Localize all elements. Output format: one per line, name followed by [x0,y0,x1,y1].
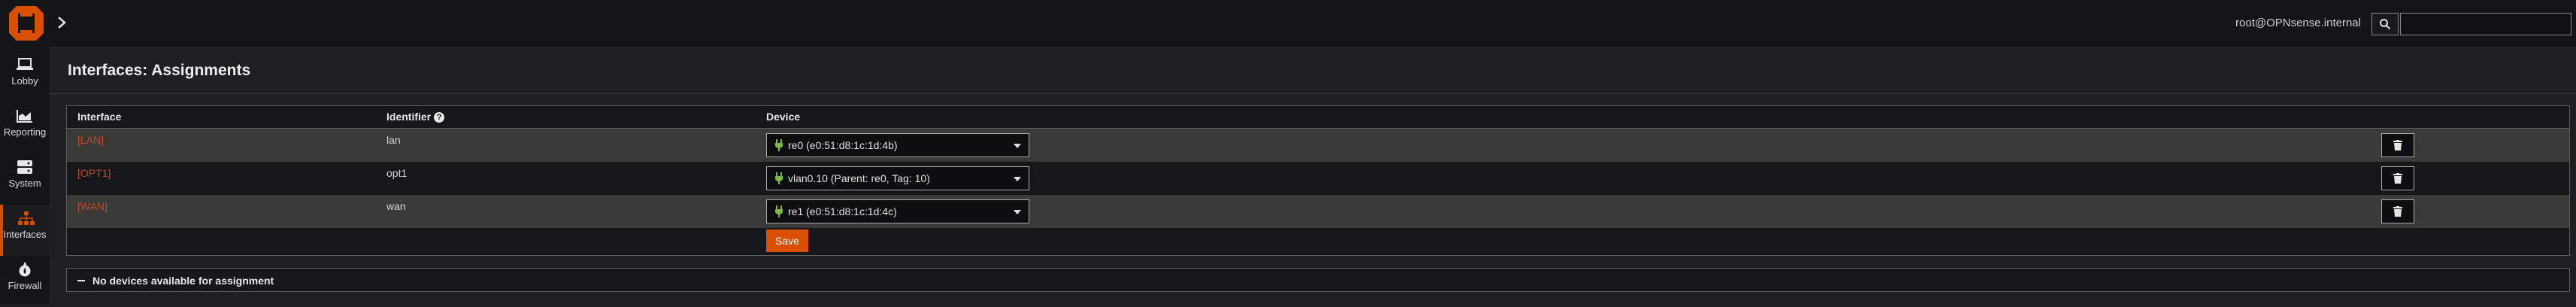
top-bar: root@OPNsense.internal [0,0,2576,47]
help-icon[interactable]: ? [434,112,445,123]
device-select-value: re0 (e0:51:d8:1c:1d:4b) [788,139,898,151]
column-header-identifier-label: Identifier [386,111,432,123]
interface-link-opt1[interactable]: [OPT1] [77,167,111,179]
area-chart-icon [17,110,32,123]
chevron-down-icon [1014,177,1021,181]
chevron-down-icon [1014,144,1021,148]
identifier-value: wan [386,200,406,212]
sidebar-item-label: System [8,178,41,189]
sidebar-item-system[interactable]: System [0,154,50,205]
sidebar-item-reporting[interactable]: Reporting [0,102,50,154]
sidebar-item-label: Reporting [3,126,47,138]
sidebar-item-label: Interfaces [3,229,47,240]
device-select[interactable]: re0 (e0:51:d8:1c:1d:4b) [766,133,1029,157]
sidebar-item-label: Firewall [8,280,42,291]
laptop-icon [17,58,33,70]
chevron-right-icon[interactable] [54,15,69,30]
sidebar-item-interfaces[interactable]: Interfaces [0,205,50,256]
device-select-value: re1 (e0:51:d8:1c:1d:4c) [788,205,897,217]
unassigned-devices-panel[interactable]: No devices available for assignment [66,268,2570,292]
assignments-table: Interface Identifier? Device [LAN] lan r… [66,105,2570,256]
delete-button[interactable] [2381,166,2414,190]
delete-button[interactable] [2381,133,2414,157]
save-button[interactable]: Save [766,229,808,252]
table-row: [LAN] lan re0 (e0:51:d8:1c:1d:4b) [67,129,2569,162]
interface-link-wan[interactable]: [WAN] [77,200,108,212]
trash-icon [2393,173,2402,184]
table-row: [OPT1] opt1 vlan0.10 (Parent: re0, Tag: … [67,162,2569,195]
sidebar-item-label: Lobby [11,75,38,87]
device-select[interactable]: vlan0.10 (Parent: re0, Tag: 10) [766,166,1029,190]
device-select-value: vlan0.10 (Parent: re0, Tag: 10) [788,172,930,184]
search-button[interactable] [2371,13,2399,35]
delete-button[interactable] [2381,199,2414,223]
search-input[interactable] [2400,13,2571,35]
page-title: Interfaces: Assignments [68,62,251,79]
opnsense-logo-icon[interactable] [8,5,45,42]
fire-icon [19,262,31,277]
identifier-value: opt1 [386,167,408,179]
user-menu-link[interactable]: root@OPNsense.internal [2235,17,2361,29]
column-header-interface: Interface [77,111,122,123]
plug-icon [775,205,783,217]
plug-icon [775,139,783,151]
column-header-identifier: Identifier? [386,111,445,123]
sidebar-item-firewall[interactable]: Firewall [0,256,50,307]
trash-icon [2393,140,2402,150]
chevron-down-icon [1014,210,1021,214]
page-header: Interfaces: Assignments [50,47,2576,94]
interface-link-lan[interactable]: [LAN] [77,134,104,146]
server-icon [17,160,32,174]
device-select[interactable]: re1 (e0:51:d8:1c:1d:4c) [766,199,1029,223]
sidebar-item-lobby[interactable]: Lobby [0,51,50,102]
column-header-device: Device [766,111,801,123]
table-row: [WAN] wan re1 (e0:51:d8:1c:1d:4c) [67,195,2569,228]
sitemap-icon [18,211,35,225]
trash-icon [2393,206,2402,217]
sidebar: Lobby Reporting System Interfaces Firewa… [0,47,50,304]
panel-title: No devices available for assignment [92,275,274,287]
identifier-value: lan [386,134,401,146]
collapse-icon[interactable] [77,280,85,281]
plug-icon [775,172,783,184]
search-icon [2380,19,2391,30]
